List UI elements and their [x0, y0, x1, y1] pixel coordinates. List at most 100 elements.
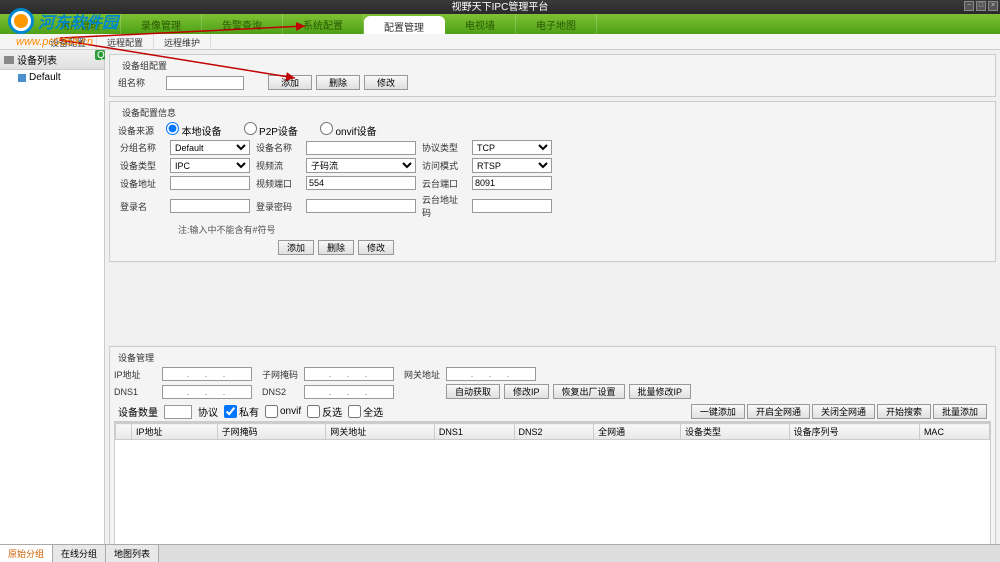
input-ip[interactable] — [162, 367, 252, 381]
close-allnet-button[interactable]: 关闭全网通 — [812, 404, 875, 419]
label-ptz-addr: 云台地址码 — [422, 193, 466, 219]
input-group-name[interactable] — [166, 76, 244, 90]
input-dns1[interactable] — [162, 385, 252, 399]
auto-get-button[interactable]: 自动获取 — [446, 384, 500, 399]
input-note: 注:输入中不能含有#符号 — [178, 223, 991, 236]
select-access-mode[interactable]: RTSP — [472, 158, 552, 173]
device-add-button[interactable]: 添加 — [278, 240, 314, 255]
label-subnet: 子网掩码 — [262, 368, 300, 381]
input-device-count[interactable] — [164, 405, 192, 419]
tab-record-manage[interactable]: 录像管理 — [121, 14, 202, 34]
chk-invert[interactable]: 反选 — [307, 404, 342, 419]
modify-ip-button[interactable]: 修改IP — [504, 384, 549, 399]
input-login-pwd[interactable] — [306, 199, 416, 213]
device-delete-button[interactable]: 删除 — [318, 240, 354, 255]
input-dns2[interactable] — [304, 385, 394, 399]
filter-bar: 设备数量 协议 私有 onvif 反选 全选 一键添加 开启全网通 关闭全网通 … — [114, 402, 991, 422]
label-group: 分组名称 — [120, 141, 164, 154]
tab-user-manage[interactable]: 用户管理 — [40, 14, 121, 34]
th-mac[interactable]: MAC — [919, 424, 989, 440]
minimize-button[interactable]: − — [964, 1, 974, 11]
window-title: 视野天下IPC管理平台 — [452, 2, 549, 13]
tab-emap[interactable]: 电子地图 — [516, 14, 597, 34]
label-device-source: 设备来源 — [118, 124, 162, 137]
factory-reset-button[interactable]: 恢复出厂设置 — [553, 384, 625, 399]
device-manage-title: 设备管理 — [118, 351, 991, 364]
th-devtype[interactable]: 设备类型 — [681, 424, 790, 440]
open-allnet-button[interactable]: 开启全网通 — [747, 404, 810, 419]
main-tab-bar: 用户管理 录像管理 告警查询 系统配置 配置管理 电视墙 电子地图 — [0, 14, 1000, 34]
input-dev-name[interactable] — [306, 141, 416, 155]
th-ip[interactable]: IP地址 — [132, 424, 218, 440]
th-allnet[interactable]: 全网通 — [594, 424, 681, 440]
device-config-title: 设备配置信息 — [122, 106, 991, 119]
th-subnet[interactable]: 子网掩码 — [217, 424, 326, 440]
label-device-count: 设备数量 — [118, 404, 158, 419]
chk-private[interactable]: 私有 — [224, 404, 259, 419]
label-dev-addr: 设备地址 — [120, 177, 164, 190]
label-dev-name: 设备名称 — [256, 141, 300, 154]
label-access-mode: 访问模式 — [422, 159, 466, 172]
label-ptz-port: 云台端口 — [422, 177, 466, 190]
th-checkbox[interactable] — [116, 424, 132, 440]
group-add-button[interactable]: 添加 — [268, 75, 312, 90]
input-ptz-addr[interactable] — [472, 199, 552, 213]
radio-local-device[interactable]: 本地设备 — [166, 122, 222, 138]
label-protocol: 协议 — [198, 404, 218, 419]
tab-config-manage[interactable]: 配置管理 — [364, 16, 445, 34]
group-delete-button[interactable]: 删除 — [316, 75, 360, 90]
group-config-title: 设备组配置 — [122, 59, 991, 72]
label-group-name: 组名称 — [118, 76, 162, 89]
tab-alarm-query[interactable]: 告警查询 — [202, 14, 283, 34]
subtab-remote-maint[interactable]: 远程维护 — [154, 34, 211, 49]
device-modify-button[interactable]: 修改 — [358, 240, 394, 255]
label-dns2: DNS2 — [262, 387, 300, 397]
chk-onvif[interactable]: onvif — [265, 405, 301, 418]
chk-all[interactable]: 全选 — [348, 404, 383, 419]
bottom-tab-online-group[interactable]: 在线分组 — [53, 545, 106, 562]
tab-tvwall[interactable]: 电视墙 — [445, 14, 516, 34]
th-dns2[interactable]: DNS2 — [514, 424, 594, 440]
device-icon — [18, 74, 26, 82]
subtab-device-config[interactable]: 设备配置 — [40, 34, 97, 49]
radio-onvif-device[interactable]: onvif设备 — [320, 122, 377, 138]
bottom-tab-orig-group[interactable]: 原始分组 — [0, 545, 53, 562]
input-login-name[interactable] — [170, 199, 250, 213]
th-dns1[interactable]: DNS1 — [434, 424, 514, 440]
label-dev-type: 设备类型 — [120, 159, 164, 172]
th-serial[interactable]: 设备序列号 — [789, 424, 919, 440]
bottom-tab-map-list[interactable]: 地图列表 — [106, 545, 159, 562]
label-video-port: 视频端口 — [256, 177, 300, 190]
label-gateway: 网关地址 — [404, 368, 442, 381]
bottom-tab-bar: 原始分组 在线分组 地图列表 — [0, 544, 1000, 562]
input-gateway[interactable] — [446, 367, 536, 381]
select-dev-type[interactable]: IPC — [170, 158, 250, 173]
tab-system-config[interactable]: 系统配置 — [283, 14, 364, 34]
input-dev-addr[interactable] — [170, 176, 250, 190]
window-title-bar: 视野天下IPC管理平台 − □ × — [0, 0, 1000, 14]
label-login-pwd: 登录密码 — [256, 200, 300, 213]
input-ptz-port[interactable] — [472, 176, 552, 190]
subtab-remote-config[interactable]: 远程配置 — [97, 34, 154, 49]
radio-p2p-device[interactable]: P2P设备 — [244, 122, 298, 138]
one-click-add-button[interactable]: 一键添加 — [691, 404, 745, 419]
select-proto-type[interactable]: TCP — [472, 140, 552, 155]
tree-item-default[interactable]: Default — [0, 70, 104, 85]
sidebar-header: 设备列表 — [0, 50, 104, 70]
maximize-button[interactable]: □ — [976, 1, 986, 11]
group-modify-button[interactable]: 修改 — [364, 75, 408, 90]
device-table[interactable]: IP地址 子网掩码 网关地址 DNS1 DNS2 全网通 设备类型 设备序列号 … — [114, 422, 991, 548]
input-subnet[interactable] — [304, 367, 394, 381]
batch-add-button[interactable]: 批量添加 — [933, 404, 987, 419]
th-gateway[interactable]: 网关地址 — [326, 424, 435, 440]
label-video-stream: 视频流 — [256, 159, 300, 172]
label-dns1: DNS1 — [114, 387, 158, 397]
folder-icon — [4, 56, 14, 64]
select-video-stream[interactable]: 子码流 — [306, 158, 416, 173]
input-video-port[interactable] — [306, 176, 416, 190]
select-group-name[interactable]: Default — [170, 140, 250, 155]
close-button[interactable]: × — [988, 1, 998, 11]
label-login-name: 登录名 — [120, 200, 164, 213]
start-search-button[interactable]: 开始搜索 — [877, 404, 931, 419]
batch-modify-ip-button[interactable]: 批量修改IP — [629, 384, 692, 399]
